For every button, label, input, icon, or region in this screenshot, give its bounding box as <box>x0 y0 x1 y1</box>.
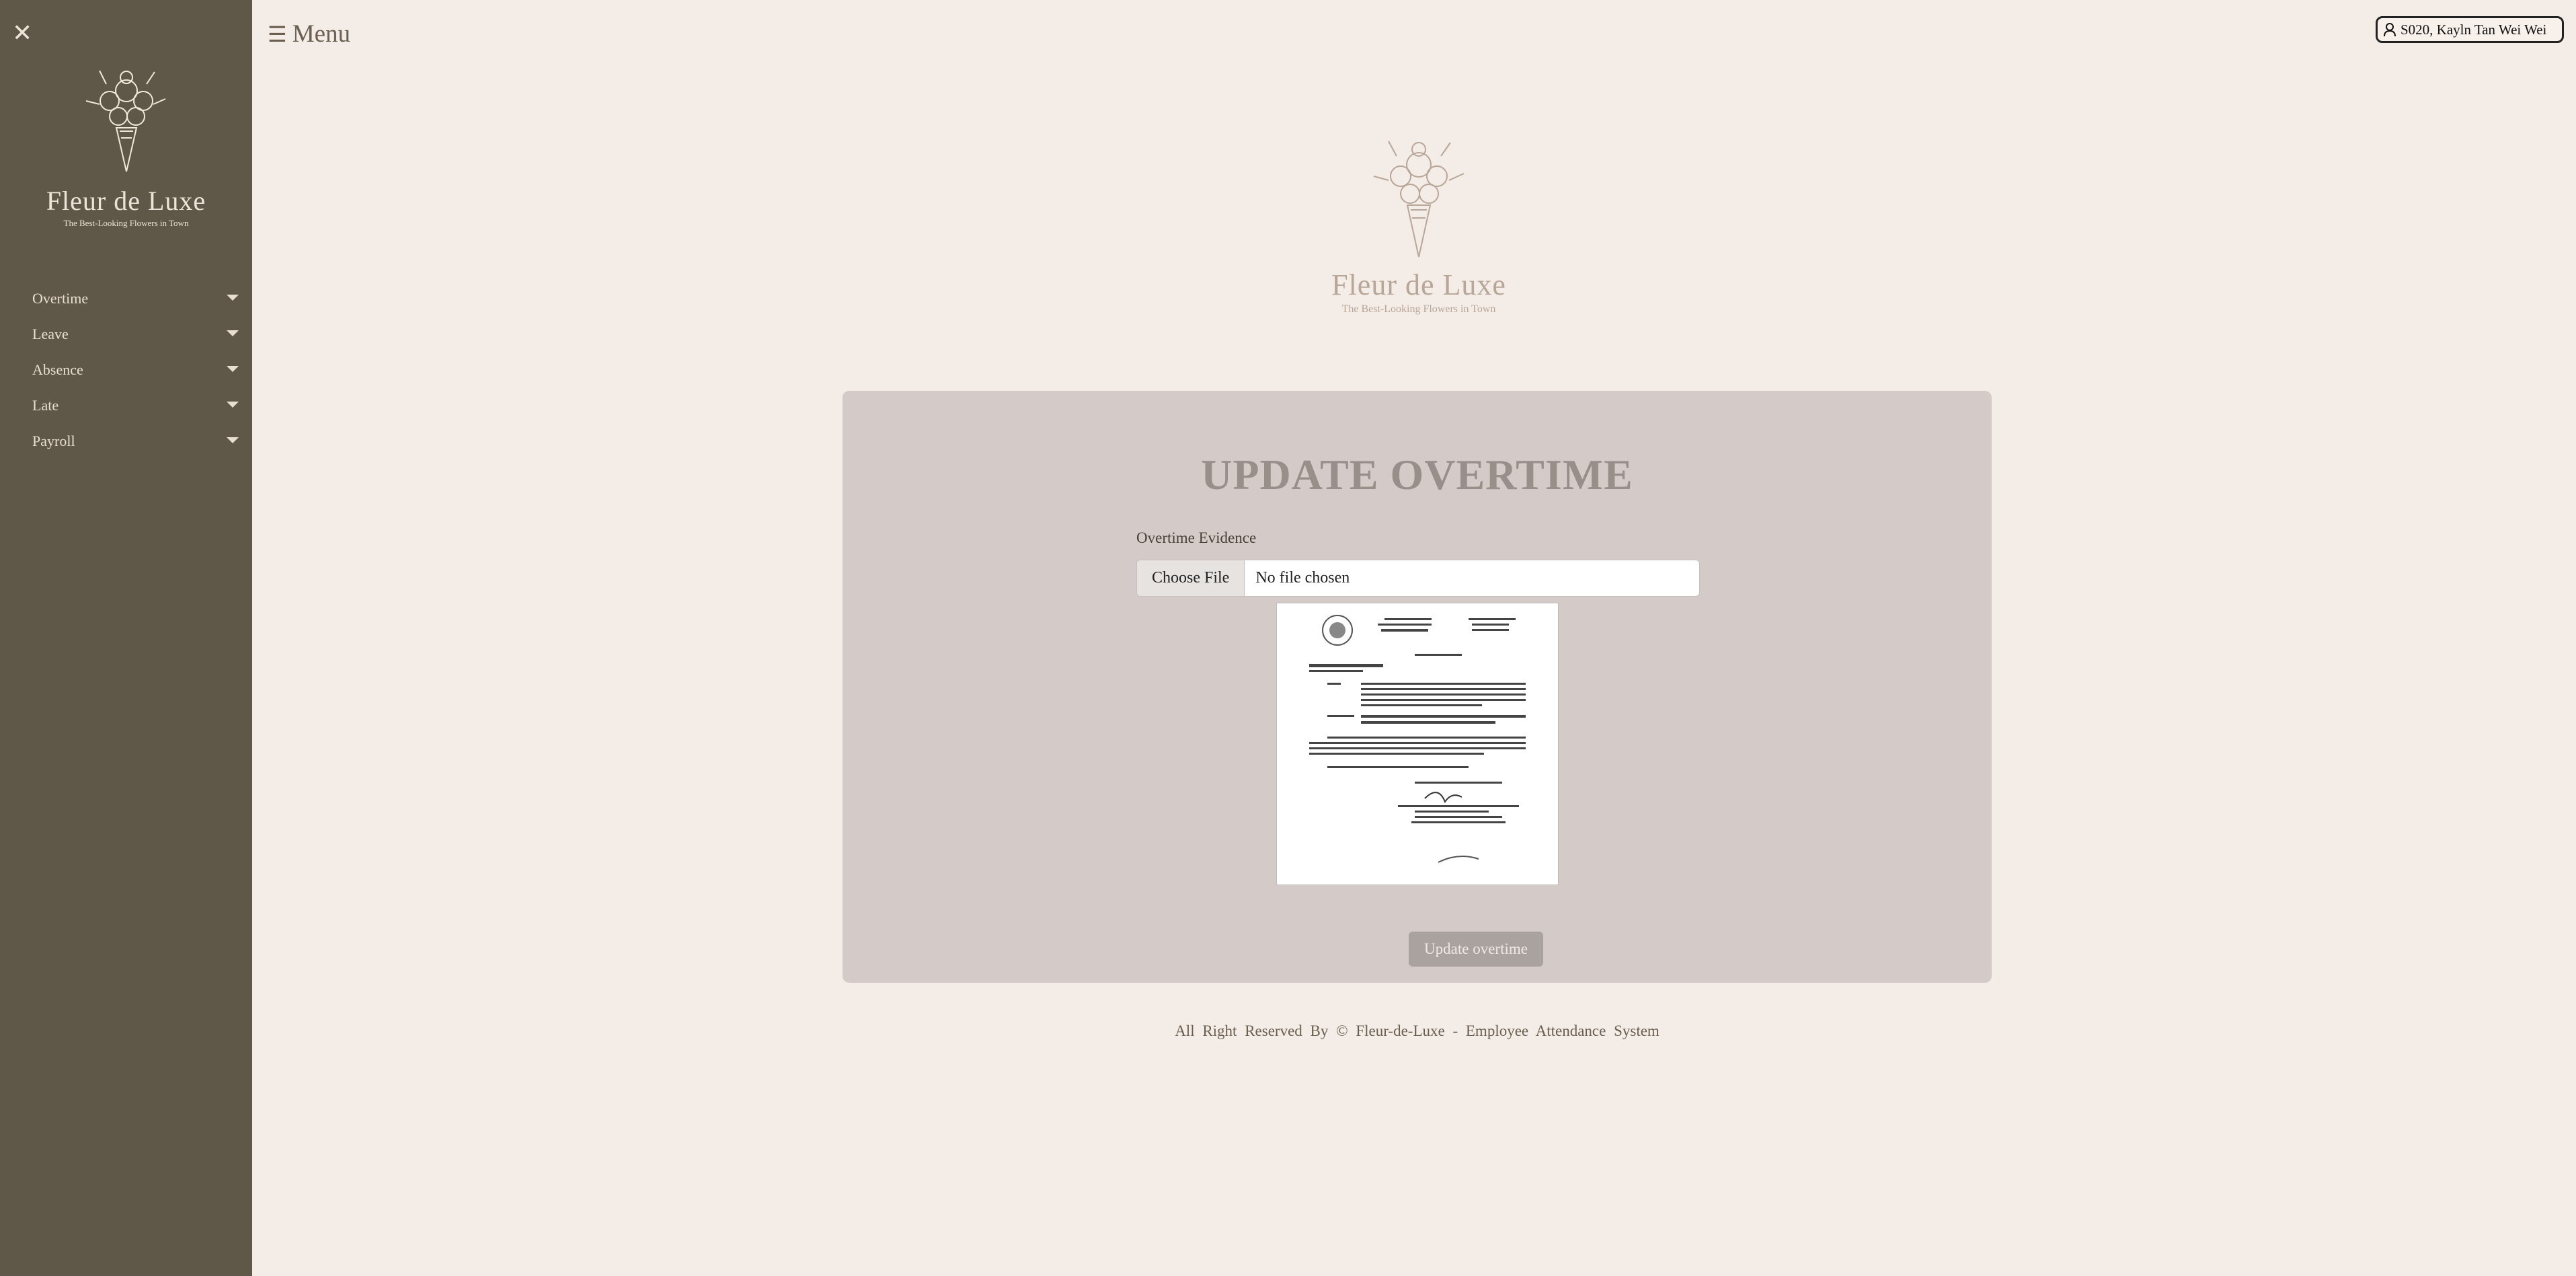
menu-label: Menu <box>292 20 351 48</box>
sidebar-brand: Fleur de Luxe <box>46 186 206 216</box>
main-logo: Fleur de Luxe The Best-Looking Flowers i… <box>1284 135 1553 315</box>
sidebar-logo: Fleur de Luxe The Best-Looking Flowers i… <box>0 64 252 229</box>
sidebar-item-payroll[interactable]: Payroll <box>0 425 252 461</box>
sidebar-item-label: Payroll <box>32 433 75 449</box>
sidebar-nav: Overtime Leave Absence Late Payroll <box>0 283 252 461</box>
evidence-preview-image <box>1276 603 1559 885</box>
caret-down-icon <box>227 295 239 301</box>
bouquet-logo-icon <box>85 70 165 172</box>
caret-down-icon <box>227 366 239 372</box>
update-overtime-button[interactable]: Update overtime <box>1409 932 1543 967</box>
close-icon[interactable]: ✕ <box>12 22 32 46</box>
menu-button[interactable]: ☰ Menu <box>268 17 350 51</box>
caret-down-icon <box>227 330 239 336</box>
caret-down-icon <box>227 437 239 443</box>
page-title: UPDATE OVERTIME <box>1201 451 1633 498</box>
choose-file-button[interactable]: Choose File <box>1137 560 1245 596</box>
sidebar-item-label: Absence <box>32 361 83 378</box>
sidebar-item-overtime[interactable]: Overtime <box>0 283 252 318</box>
user-label: S020, Kayln Tan Wei Wei <box>2401 22 2547 38</box>
file-status: No file chosen <box>1255 569 1350 587</box>
sidebar-item-late[interactable]: Late <box>0 389 252 425</box>
update-overtime-panel: UPDATE OVERTIME Overtime Evidence Choose… <box>843 391 1992 983</box>
user-badge[interactable]: S020, Kayln Tan Wei Wei <box>2376 16 2564 43</box>
footer: All Right Reserved By © Fleur-de-Luxe - … <box>1175 1022 1660 1039</box>
hamburger-icon: ☰ <box>268 22 287 47</box>
document-preview <box>1309 615 1526 863</box>
sidebar-tagline: The Best-Looking Flowers in Town <box>63 218 189 228</box>
bouquet-logo-icon <box>1373 141 1465 258</box>
sidebar-item-leave[interactable]: Leave <box>0 318 252 354</box>
evidence-file-input[interactable]: Choose File No file chosen <box>1136 560 1700 597</box>
main-tagline: The Best-Looking Flowers in Town <box>1341 303 1496 315</box>
sidebar-item-label: Overtime <box>32 290 89 307</box>
sidebar-item-absence[interactable]: Absence <box>0 354 252 389</box>
sidebar-item-label: Leave <box>32 326 69 342</box>
evidence-label: Overtime Evidence <box>1136 529 1257 546</box>
sidebar-item-label: Late <box>32 397 59 414</box>
main-brand: Fleur de Luxe <box>1331 268 1506 301</box>
caret-down-icon <box>227 402 239 408</box>
user-icon <box>2384 23 2396 37</box>
sidebar: ✕ Fleur de Luxe The Best-Looking Flowers… <box>0 0 252 1276</box>
